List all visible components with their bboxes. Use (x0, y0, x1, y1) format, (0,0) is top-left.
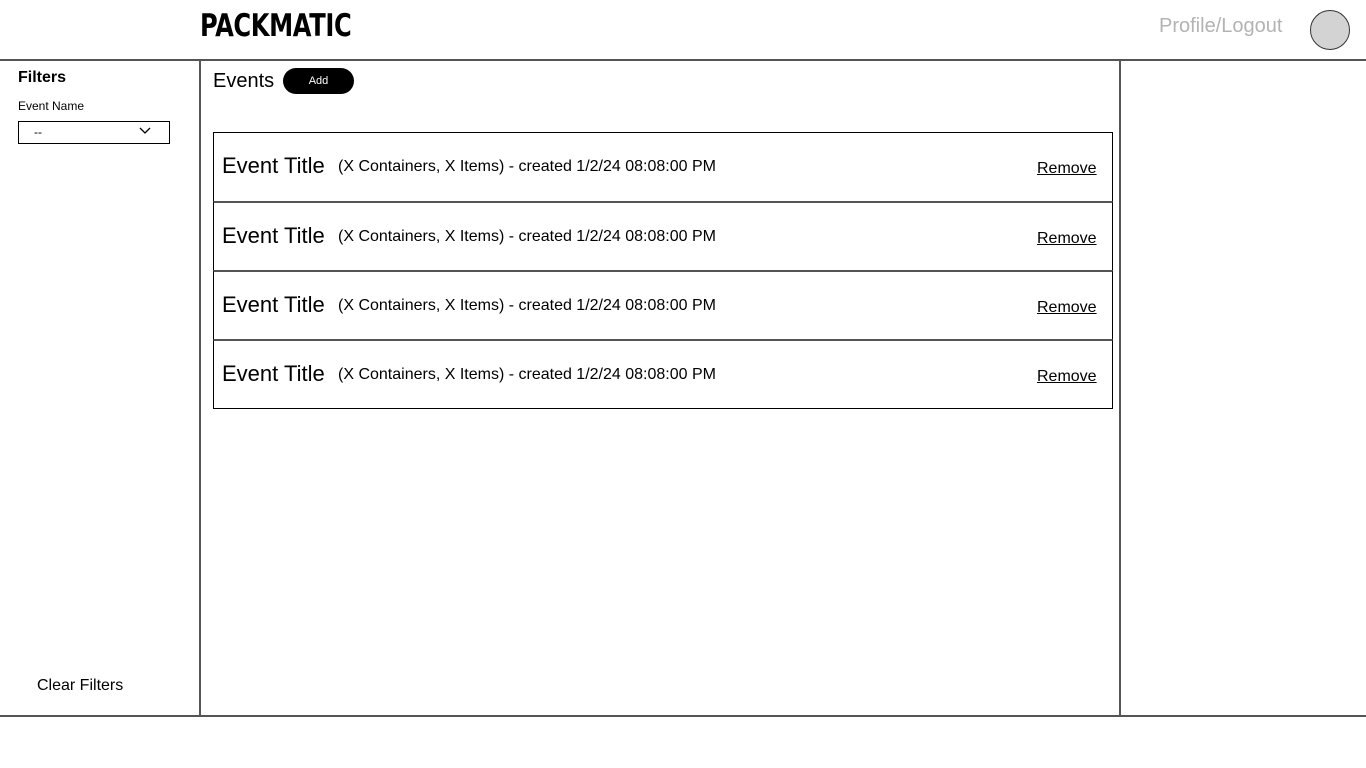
remove-event-link[interactable]: Remove (1037, 160, 1097, 178)
event-title: Event Title (222, 153, 325, 178)
page: PACKMATIC Profile/Logout Filters Event N… (0, 0, 1366, 768)
remove-event-link[interactable]: Remove (1037, 368, 1097, 386)
event-list: Event Title (X Containers, X Items) - cr… (213, 132, 1113, 409)
add-event-button[interactable]: Add (283, 68, 354, 94)
remove-event-link[interactable]: Remove (1037, 230, 1097, 248)
event-title: Event Title (222, 361, 325, 386)
list-item: Event Title (X Containers, X Items) - cr… (213, 339, 1113, 409)
top-header: PACKMATIC Profile/Logout (0, 0, 1366, 61)
footer-divider (0, 715, 1366, 717)
avatar-icon[interactable] (1310, 10, 1350, 50)
page-title: Events (213, 70, 275, 92)
event-title: Event Title (222, 223, 325, 248)
list-item: Event Title (X Containers, X Items) - cr… (213, 132, 1113, 201)
app-logo[interactable]: PACKMATIC (200, 8, 352, 44)
event-name-select[interactable]: -- (18, 121, 170, 144)
chevron-down-icon (139, 127, 151, 134)
list-item: Event Title (X Containers, X Items) - cr… (213, 201, 1113, 270)
event-name-select-value: -- (34, 125, 42, 139)
event-meta: (X Containers, X Items) - created 1/2/24… (338, 228, 716, 245)
filters-heading: Filters (18, 69, 67, 86)
event-meta: (X Containers, X Items) - created 1/2/24… (338, 158, 716, 175)
profile-logout-link[interactable]: Profile/Logout (1159, 15, 1282, 38)
event-title: Event Title (222, 292, 325, 317)
event-meta: (X Containers, X Items) - created 1/2/24… (338, 366, 716, 383)
event-name-label: Event Name (18, 99, 85, 113)
list-item: Event Title (X Containers, X Items) - cr… (213, 270, 1113, 339)
remove-event-link[interactable]: Remove (1037, 299, 1097, 317)
clear-filters-button[interactable]: Clear Filters (37, 677, 123, 695)
event-meta: (X Containers, X Items) - created 1/2/24… (338, 297, 716, 314)
sidebar-divider (199, 60, 201, 716)
right-panel-divider (1119, 60, 1121, 716)
